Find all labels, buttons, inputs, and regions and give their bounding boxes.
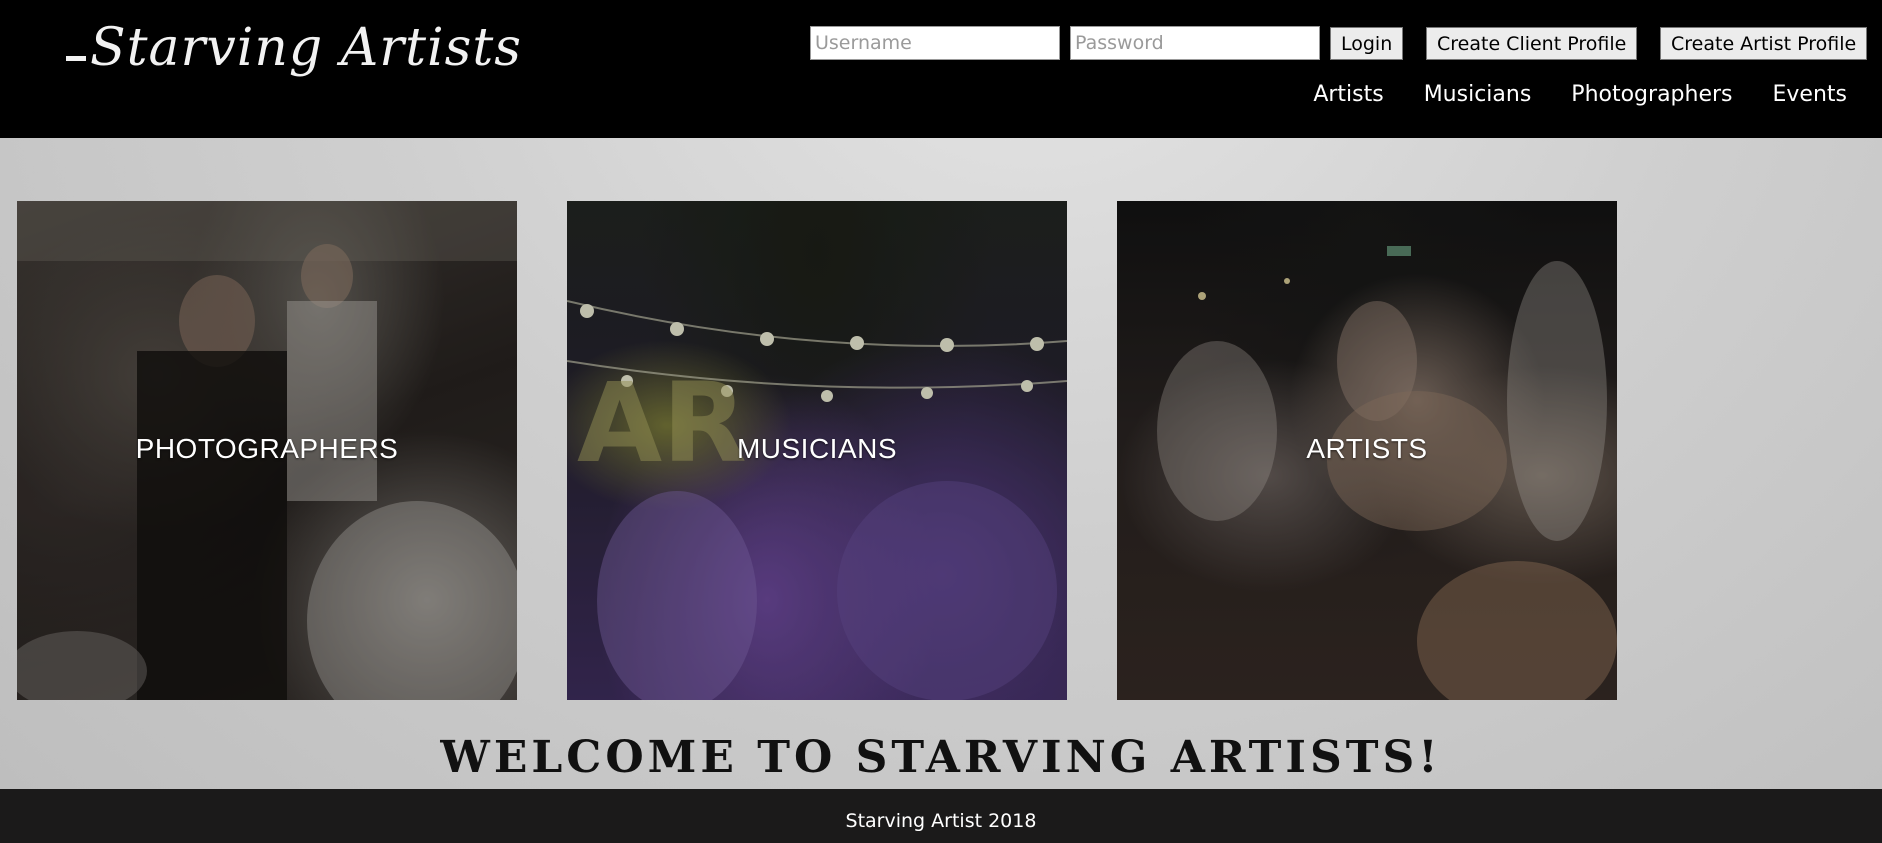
site-header: Starving Artists Login Create Client Pro… bbox=[0, 0, 1882, 138]
nav-musicians[interactable]: Musicians bbox=[1424, 82, 1532, 107]
nav-photographers[interactable]: Photographers bbox=[1571, 82, 1732, 107]
tile-photographers[interactable]: PHOTOGRAPHERS bbox=[17, 201, 517, 700]
nav-artists[interactable]: Artists bbox=[1313, 82, 1383, 107]
tile-artists[interactable]: ARTISTS bbox=[1117, 201, 1617, 700]
username-input[interactable] bbox=[810, 26, 1060, 60]
login-button[interactable]: Login bbox=[1330, 27, 1404, 60]
main-nav: Artists Musicians Photographers Events bbox=[1273, 82, 1847, 107]
tile-artists-label: ARTISTS bbox=[1306, 433, 1428, 464]
footer-text: Starving Artist 2018 bbox=[845, 810, 1037, 832]
tile-photographers-label: PHOTOGRAPHERS bbox=[135, 433, 399, 464]
logo-dash bbox=[66, 56, 86, 61]
create-client-profile-button[interactable]: Create Client Profile bbox=[1426, 27, 1638, 60]
welcome-heading: WELCOME TO STARVING ARTISTS! bbox=[440, 732, 1442, 783]
tile-musicians-label: MUSICIANS bbox=[736, 433, 898, 464]
create-artist-profile-button[interactable]: Create Artist Profile bbox=[1660, 27, 1868, 60]
nav-events[interactable]: Events bbox=[1773, 82, 1848, 107]
site-logo[interactable]: Starving Artists bbox=[66, 18, 522, 78]
logo-text: Starving Artists bbox=[90, 18, 522, 78]
tile-musicians[interactable]: AR MUSICIANS bbox=[567, 201, 1067, 700]
site-footer: Starving Artist 2018 bbox=[0, 789, 1882, 843]
password-input[interactable] bbox=[1070, 26, 1320, 60]
